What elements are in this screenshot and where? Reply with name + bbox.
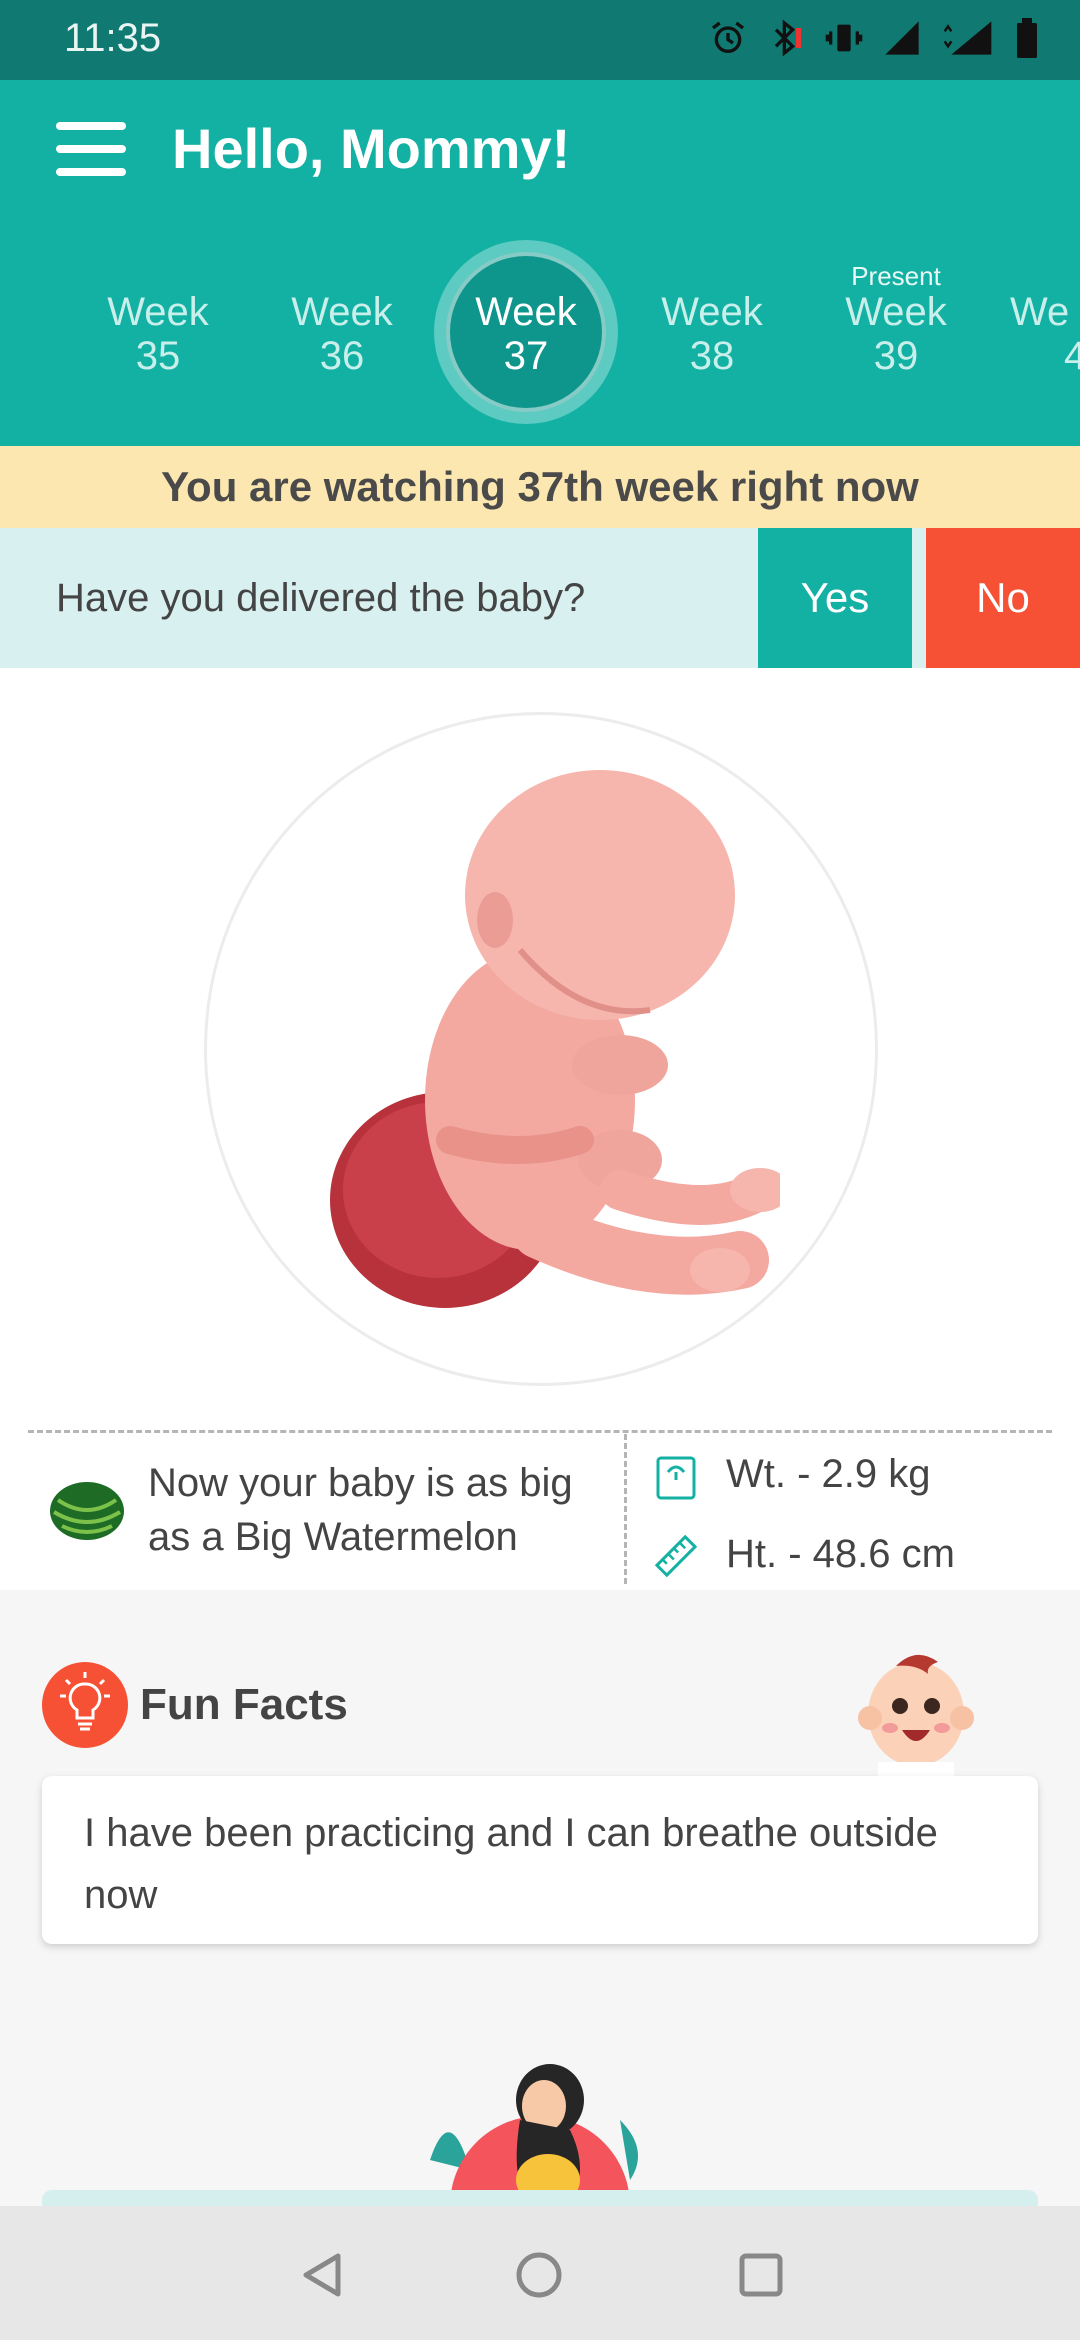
week-number: 36: [319, 334, 365, 378]
week-tab-40[interactable]: We 4: [1010, 290, 1080, 378]
signal-4g-icon: [943, 21, 992, 55]
delivery-question-bar: Have you delivered the baby?: [0, 528, 1080, 668]
baby-weight: Wt. - 2.9 kg: [726, 1452, 931, 1496]
week-label: Week: [291, 290, 393, 334]
week-label: We: [1010, 290, 1070, 334]
status-time: 11:35: [64, 16, 162, 60]
yes-button[interactable]: Yes: [758, 528, 912, 668]
system-nav-bar: [0, 2206, 1080, 2340]
ruler-icon: [654, 1534, 698, 1578]
week-tab-36[interactable]: Week 36: [272, 290, 412, 378]
watching-week-banner: You are watching 37th week right now: [0, 446, 1080, 528]
battery-icon: [1017, 18, 1037, 58]
section-divider: [28, 1430, 1052, 1433]
status-bar: 11:35: [0, 0, 1080, 80]
page-title: Hello, Mommy!: [172, 117, 571, 180]
recents-icon[interactable]: [736, 2250, 786, 2300]
fun-fact-card: I have been practicing and I can breathe…: [42, 1776, 1038, 1944]
week-number: 39: [873, 334, 919, 378]
column-divider: [624, 1434, 627, 1584]
baby-height: Ht. - 48.6 cm: [726, 1532, 955, 1576]
fun-facts-title: Fun Facts: [140, 1680, 348, 1729]
week-tab-39[interactable]: Present Week 39: [826, 262, 966, 378]
status-icons: [708, 18, 1040, 58]
baby-mascot-icon: [858, 1654, 974, 1778]
week-label: Week: [661, 290, 763, 334]
week-number: 4: [1064, 334, 1080, 378]
home-icon[interactable]: [514, 2250, 564, 2300]
hamburger-menu-icon[interactable]: [56, 122, 126, 178]
week-tab-35[interactable]: Week 35: [88, 290, 228, 378]
week-tag-present: Present: [851, 261, 941, 291]
scale-icon: [656, 1456, 696, 1500]
delivery-question: Have you delivered the baby?: [56, 576, 586, 620]
week-number: 37: [503, 334, 549, 378]
week-tab-38[interactable]: Week 38: [642, 290, 782, 378]
week-label: Week: [107, 290, 209, 334]
baby-size-description: Now your baby is as big as a Big Waterme…: [148, 1461, 573, 1559]
lightbulb-icon: [42, 1662, 128, 1748]
week-label: Week: [845, 290, 947, 334]
week-number: 35: [135, 334, 181, 378]
watermelon-icon: [50, 1482, 124, 1540]
mother-illustration: [430, 2064, 638, 2206]
back-icon[interactable]: [298, 2250, 348, 2300]
signal-icon: [885, 21, 919, 55]
week-label: Week: [475, 290, 577, 334]
vibrate-icon: [825, 24, 863, 52]
week-number: 38: [689, 334, 735, 378]
week-tab-37[interactable]: Week 37: [456, 290, 596, 378]
fetus-illustration: [330, 770, 780, 1308]
bluetooth-icon: [774, 19, 801, 57]
alarm-icon: [712, 21, 744, 53]
no-button[interactable]: No: [926, 528, 1080, 668]
